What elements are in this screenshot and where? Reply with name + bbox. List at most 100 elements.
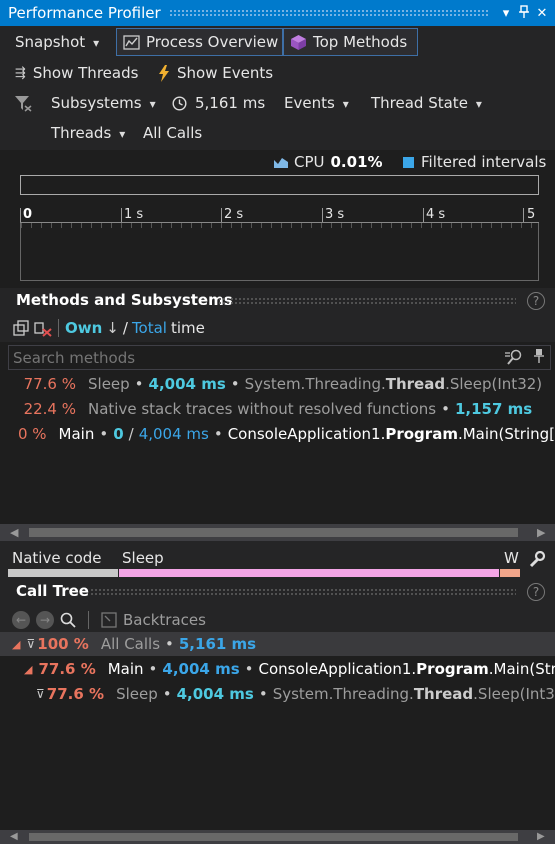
- all-calls-filter[interactable]: All Calls: [143, 124, 202, 142]
- scroll-left-icon[interactable]: ◀: [10, 831, 18, 842]
- exclude-icon[interactable]: [34, 320, 52, 337]
- search-options-icon[interactable]: [504, 349, 524, 370]
- sleep-label: Sleep: [122, 549, 164, 567]
- w-segment[interactable]: [500, 569, 520, 577]
- row-percent: 77.6 %: [38, 660, 96, 678]
- methods-section-title: Methods and Subsystems: [16, 291, 233, 309]
- back-icon[interactable]: ←: [12, 611, 30, 629]
- list-item[interactable]: 0 % Main • 0 / 4,004 ms • ConsoleApplica…: [0, 422, 555, 446]
- show-events-button[interactable]: Show Events: [158, 61, 273, 85]
- tick-3: [322, 208, 323, 222]
- table-row[interactable]: ⊽ 77.6 % Sleep • 4,004 ms • System.Threa…: [0, 682, 555, 706]
- close-icon[interactable]: ✕: [533, 6, 551, 21]
- row-method: .Main(String[: [488, 660, 555, 678]
- native-code-segment[interactable]: [8, 569, 118, 577]
- help-icon[interactable]: ?: [527, 583, 545, 601]
- scroll-right-icon[interactable]: ▶: [537, 831, 545, 842]
- sleep-segment[interactable]: [119, 569, 499, 577]
- tick-5: [523, 208, 524, 222]
- cpu-legend: CPU 0.01%: [274, 150, 383, 174]
- threads-icon: ⇶: [15, 65, 26, 81]
- row-percent: 77.6 %: [23, 375, 76, 393]
- methods-toolbar: Own ↓ / Total time: [13, 316, 205, 340]
- tick-label: 2 s: [224, 207, 244, 222]
- row-class: Thread: [385, 375, 446, 393]
- events-dropdown[interactable]: Events: [284, 94, 349, 112]
- search-icon[interactable]: [60, 612, 76, 628]
- filter-clear-icon[interactable]: [14, 95, 32, 116]
- filtered-swatch: [403, 156, 414, 168]
- cpu-timeline-track[interactable]: [20, 175, 539, 195]
- pin-search-icon[interactable]: [534, 348, 544, 367]
- scroll-right-icon[interactable]: ▶: [537, 526, 545, 539]
- table-row[interactable]: ◢ 77.6 % Main • 4,004 ms • ConsoleApplic…: [0, 657, 555, 681]
- row-percent: 0 %: [17, 425, 47, 443]
- methods-hscrollbar[interactable]: ◀ ▶: [0, 524, 555, 541]
- pin-icon[interactable]: [515, 4, 533, 22]
- cpu-value: 0.01%: [330, 153, 383, 171]
- thread-state-dropdown[interactable]: Thread State: [371, 94, 482, 112]
- own-time-toggle[interactable]: Own: [65, 319, 102, 337]
- search-input[interactable]: [13, 348, 493, 368]
- copy-icon[interactable]: [13, 320, 30, 336]
- backtraces-button[interactable]: Backtraces: [123, 611, 206, 629]
- row-namespace: ConsoleApplication1.: [227, 425, 386, 443]
- show-threads-label: Show Threads: [32, 64, 139, 82]
- scroll-thumb[interactable]: [29, 833, 518, 841]
- filtered-label: Filtered intervals: [421, 153, 547, 171]
- title-bar: Performance Profiler ▾ ✕: [0, 0, 555, 26]
- toolbar-separator: [88, 611, 89, 629]
- row-percent: 22.4 %: [23, 400, 76, 418]
- backtraces-icon: [101, 612, 117, 628]
- row-percent: 100 %: [37, 635, 89, 653]
- chevron-down-icon[interactable]: ▾: [497, 6, 515, 21]
- subsystems-dropdown[interactable]: Subsystems: [51, 94, 156, 112]
- row-method: .Main(String[: [457, 425, 555, 443]
- time-filter-value: 5,161 ms: [195, 94, 266, 112]
- row-namespace: System.Threading.: [272, 685, 414, 703]
- timeline-axis: [20, 222, 539, 223]
- process-overview-label: Process Overview: [146, 33, 279, 51]
- native-code-label: Native code: [12, 549, 102, 567]
- snapshot-dropdown[interactable]: Snapshot: [15, 33, 99, 51]
- scroll-thumb[interactable]: [29, 528, 518, 537]
- top-methods-button[interactable]: Top Methods: [283, 28, 418, 56]
- calltree-hscrollbar[interactable]: ◀ ▶: [0, 830, 555, 844]
- calltree-toolbar: ← → Backtraces: [12, 608, 206, 632]
- row-time: 4,004 ms: [162, 660, 240, 678]
- wrench-icon[interactable]: [528, 550, 546, 572]
- list-item[interactable]: 77.6 % Sleep • 4,004 ms • System.Threadi…: [0, 372, 555, 396]
- sort-separator: /: [122, 319, 128, 337]
- row-own-time: 1,157 ms: [454, 400, 533, 418]
- row-class: Thread: [413, 685, 474, 703]
- show-events-label: Show Events: [177, 64, 274, 82]
- row-class: Program: [385, 425, 458, 443]
- row-method: .Sleep(Int32): [445, 375, 543, 393]
- row-namespace: System.Threading.: [244, 375, 386, 393]
- threads-dropdown[interactable]: Threads: [51, 124, 125, 142]
- expand-arrow-icon[interactable]: ◢: [24, 663, 32, 676]
- scroll-left-icon[interactable]: ◀: [10, 526, 18, 539]
- forward-icon[interactable]: →: [36, 611, 54, 629]
- show-threads-button[interactable]: ⇶ Show Threads: [15, 61, 138, 85]
- row-name: Main: [107, 660, 144, 678]
- section-divider: [218, 297, 516, 304]
- thread-timeline[interactable]: [20, 222, 539, 281]
- tick-label: 5: [527, 207, 536, 222]
- help-icon[interactable]: ?: [527, 292, 545, 310]
- section-divider: [90, 588, 516, 595]
- expand-arrow-icon[interactable]: ◢: [12, 638, 20, 651]
- row-method: .Sleep(Int32): [473, 685, 555, 703]
- table-row[interactable]: ◢ ⊽ 100 % All Calls • 5,161 ms: [0, 632, 555, 656]
- list-item[interactable]: 22.4 % Native stack traces without resol…: [0, 397, 555, 421]
- search-box: [8, 345, 551, 370]
- top-methods-label: Top Methods: [313, 33, 408, 51]
- time-filter[interactable]: 5,161 ms: [172, 91, 265, 115]
- row-name: Sleep: [116, 685, 158, 703]
- row-percent: 77.6 %: [46, 685, 105, 703]
- total-time-toggle[interactable]: Total: [132, 319, 167, 337]
- row-name: Native stack traces without resolved fun…: [88, 400, 437, 418]
- row-name: Sleep: [88, 375, 130, 393]
- window-title: Performance Profiler: [8, 4, 161, 22]
- process-overview-button[interactable]: Process Overview: [116, 28, 283, 56]
